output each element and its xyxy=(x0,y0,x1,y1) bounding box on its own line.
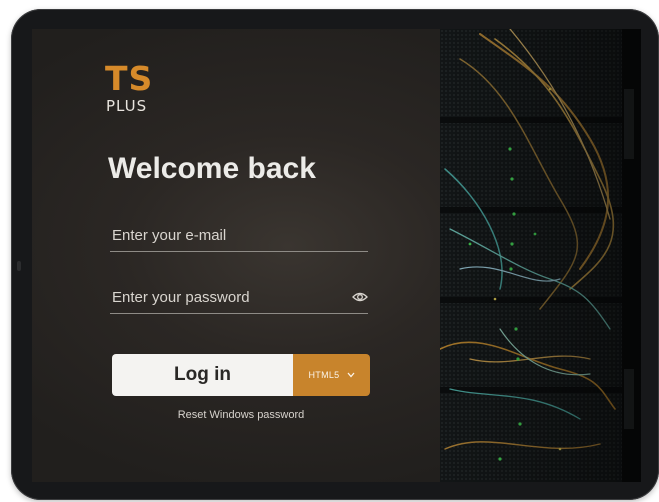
tablet-screen: TS PLUS Welcome back Log in HTML5 xyxy=(32,29,641,482)
reset-password-link[interactable]: Reset Windows password xyxy=(112,409,370,421)
chevron-down-icon xyxy=(347,372,354,378)
eye-icon[interactable] xyxy=(352,291,368,303)
page-title: Welcome back xyxy=(108,152,316,185)
mode-dropdown[interactable]: HTML5 xyxy=(293,354,370,396)
email-field xyxy=(110,221,368,252)
mode-dropdown-label: HTML5 xyxy=(308,370,340,380)
server-rack-illustration xyxy=(440,29,641,482)
login-button[interactable]: Log in xyxy=(112,354,293,396)
logo-mark: TS xyxy=(105,59,154,98)
login-panel: TS PLUS Welcome back Log in HTML5 xyxy=(32,29,440,482)
server-rack-image xyxy=(440,29,641,482)
tablet-frame: TS PLUS Welcome back Log in HTML5 xyxy=(11,9,659,500)
password-field xyxy=(110,283,368,314)
logo-subtitle: PLUS xyxy=(106,97,148,115)
tablet-side-button xyxy=(17,261,21,271)
password-input[interactable] xyxy=(112,285,340,309)
login-button-group: Log in HTML5 xyxy=(112,354,370,396)
tsplus-logo: TS PLUS xyxy=(105,59,165,115)
email-input[interactable] xyxy=(112,223,340,247)
